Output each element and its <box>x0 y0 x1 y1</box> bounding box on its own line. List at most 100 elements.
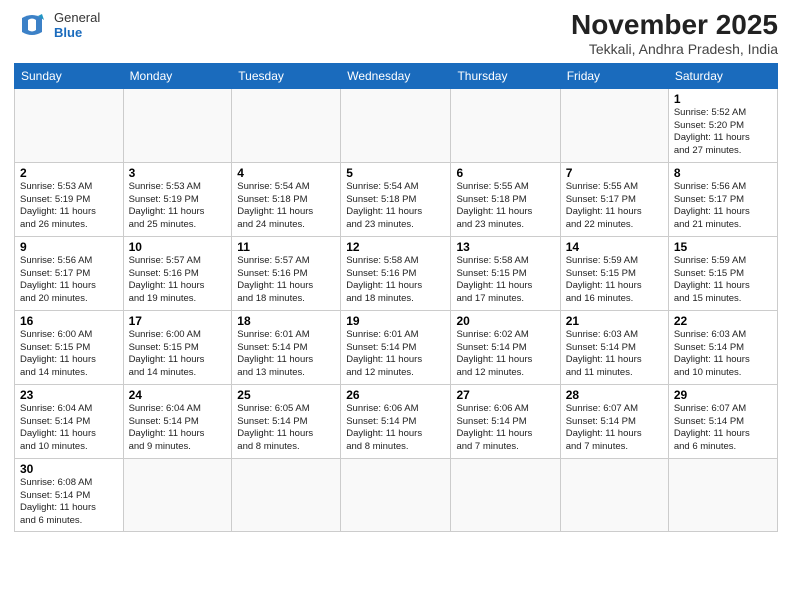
calendar-week-1: 2 Sunrise: 5:53 AM Sunset: 5:19 PM Daylig… <box>15 162 778 236</box>
cell-date: 14 <box>566 240 663 254</box>
calendar-cell: 29Sunrise: 6:07 AM Sunset: 5:14 PM Dayli… <box>668 384 777 458</box>
cell-date: 3 <box>129 166 227 180</box>
calendar-cell: 14Sunrise: 5:59 AM Sunset: 5:15 PM Dayli… <box>560 236 668 310</box>
cell-info: Sunrise: 6:00 AM Sunset: 5:15 PM Dayligh… <box>20 329 118 380</box>
day-header-thursday: Thursday <box>451 63 560 88</box>
cell-info: Sunrise: 5:58 AM Sunset: 5:15 PM Dayligh… <box>456 255 554 306</box>
cell-date: 24 <box>129 388 227 402</box>
calendar-cell <box>15 88 124 162</box>
calendar-cell: 22Sunrise: 6:03 AM Sunset: 5:14 PM Dayli… <box>668 310 777 384</box>
day-header-monday: Monday <box>123 63 232 88</box>
page: General Blue November 2025 Tekkali, Andh… <box>0 0 792 542</box>
calendar-cell <box>560 88 668 162</box>
cell-date: 11 <box>237 240 335 254</box>
cell-info: Sunrise: 6:04 AM Sunset: 5:14 PM Dayligh… <box>20 403 118 454</box>
cell-info: Sunrise: 6:06 AM Sunset: 5:14 PM Dayligh… <box>456 403 554 454</box>
calendar-cell: 11Sunrise: 5:57 AM Sunset: 5:16 PM Dayli… <box>232 236 341 310</box>
calendar-cell: 28Sunrise: 6:07 AM Sunset: 5:14 PM Dayli… <box>560 384 668 458</box>
calendar-cell <box>232 88 341 162</box>
cell-date: 6 <box>456 166 554 180</box>
day-header-tuesday: Tuesday <box>232 63 341 88</box>
day-header-friday: Friday <box>560 63 668 88</box>
cell-info: Sunrise: 5:54 AM Sunset: 5:18 PM Dayligh… <box>237 181 335 232</box>
cell-date: 16 <box>20 314 118 328</box>
calendar-cell: 13Sunrise: 5:58 AM Sunset: 5:15 PM Dayli… <box>451 236 560 310</box>
calendar-cell: 24Sunrise: 6:04 AM Sunset: 5:14 PM Dayli… <box>123 384 232 458</box>
calendar-cell: 9Sunrise: 5:56 AM Sunset: 5:17 PM Daylig… <box>15 236 124 310</box>
calendar-cell <box>123 88 232 162</box>
day-header-wednesday: Wednesday <box>341 63 451 88</box>
cell-info: Sunrise: 5:57 AM Sunset: 5:16 PM Dayligh… <box>129 255 227 306</box>
calendar-cell: 25Sunrise: 6:05 AM Sunset: 5:14 PM Dayli… <box>232 384 341 458</box>
cell-info: Sunrise: 6:01 AM Sunset: 5:14 PM Dayligh… <box>346 329 445 380</box>
calendar-cell: 5Sunrise: 5:54 AM Sunset: 5:18 PM Daylig… <box>341 162 451 236</box>
cell-date: 7 <box>566 166 663 180</box>
calendar-cell: 3Sunrise: 5:53 AM Sunset: 5:19 PM Daylig… <box>123 162 232 236</box>
calendar-cell <box>341 88 451 162</box>
cell-date: 5 <box>346 166 445 180</box>
cell-info: Sunrise: 5:59 AM Sunset: 5:15 PM Dayligh… <box>566 255 663 306</box>
calendar-cell: 2Sunrise: 5:53 AM Sunset: 5:19 PM Daylig… <box>15 162 124 236</box>
calendar-cell: 19Sunrise: 6:01 AM Sunset: 5:14 PM Dayli… <box>341 310 451 384</box>
calendar-week-3: 16Sunrise: 6:00 AM Sunset: 5:15 PM Dayli… <box>15 310 778 384</box>
logo: General Blue <box>14 10 100 40</box>
calendar-cell: 1Sunrise: 5:52 AM Sunset: 5:20 PM Daylig… <box>668 88 777 162</box>
cell-info: Sunrise: 5:54 AM Sunset: 5:18 PM Dayligh… <box>346 181 445 232</box>
calendar-cell <box>668 458 777 531</box>
cell-info: Sunrise: 6:03 AM Sunset: 5:14 PM Dayligh… <box>674 329 772 380</box>
cell-date: 8 <box>674 166 772 180</box>
calendar-cell: 20Sunrise: 6:02 AM Sunset: 5:14 PM Dayli… <box>451 310 560 384</box>
cell-info: Sunrise: 6:07 AM Sunset: 5:14 PM Dayligh… <box>566 403 663 454</box>
header: General Blue November 2025 Tekkali, Andh… <box>14 10 778 57</box>
calendar-cell: 7Sunrise: 5:55 AM Sunset: 5:17 PM Daylig… <box>560 162 668 236</box>
cell-date: 1 <box>674 92 772 106</box>
calendar-week-0: 1Sunrise: 5:52 AM Sunset: 5:20 PM Daylig… <box>15 88 778 162</box>
calendar-cell <box>123 458 232 531</box>
calendar-cell: 12Sunrise: 5:58 AM Sunset: 5:16 PM Dayli… <box>341 236 451 310</box>
cell-date: 21 <box>566 314 663 328</box>
cell-date: 29 <box>674 388 772 402</box>
cell-date: 10 <box>129 240 227 254</box>
calendar-cell: 26Sunrise: 6:06 AM Sunset: 5:14 PM Dayli… <box>341 384 451 458</box>
calendar-cell: 4Sunrise: 5:54 AM Sunset: 5:18 PM Daylig… <box>232 162 341 236</box>
logo-text: General Blue <box>54 10 100 40</box>
cell-info: Sunrise: 6:03 AM Sunset: 5:14 PM Dayligh… <box>566 329 663 380</box>
title-section: November 2025 Tekkali, Andhra Pradesh, I… <box>571 10 778 57</box>
calendar-cell: 30Sunrise: 6:08 AM Sunset: 5:14 PM Dayli… <box>15 458 124 531</box>
cell-info: Sunrise: 6:06 AM Sunset: 5:14 PM Dayligh… <box>346 403 445 454</box>
calendar-cell: 8Sunrise: 5:56 AM Sunset: 5:17 PM Daylig… <box>668 162 777 236</box>
cell-info: Sunrise: 5:58 AM Sunset: 5:16 PM Dayligh… <box>346 255 445 306</box>
cell-info: Sunrise: 5:59 AM Sunset: 5:15 PM Dayligh… <box>674 255 772 306</box>
calendar-header-row: SundayMondayTuesdayWednesdayThursdayFrid… <box>15 63 778 88</box>
cell-date: 26 <box>346 388 445 402</box>
cell-info: Sunrise: 6:02 AM Sunset: 5:14 PM Dayligh… <box>456 329 554 380</box>
cell-date: 13 <box>456 240 554 254</box>
cell-info: Sunrise: 5:57 AM Sunset: 5:16 PM Dayligh… <box>237 255 335 306</box>
calendar-cell <box>451 88 560 162</box>
calendar-cell <box>451 458 560 531</box>
calendar-week-4: 23Sunrise: 6:04 AM Sunset: 5:14 PM Dayli… <box>15 384 778 458</box>
cell-date: 15 <box>674 240 772 254</box>
cell-info: Sunrise: 6:08 AM Sunset: 5:14 PM Dayligh… <box>20 477 118 528</box>
logo-icon <box>14 10 50 40</box>
calendar-cell: 27Sunrise: 6:06 AM Sunset: 5:14 PM Dayli… <box>451 384 560 458</box>
cell-date: 30 <box>20 462 118 476</box>
day-header-saturday: Saturday <box>668 63 777 88</box>
cell-date: 9 <box>20 240 118 254</box>
calendar-cell: 17Sunrise: 6:00 AM Sunset: 5:15 PM Dayli… <box>123 310 232 384</box>
cell-info: Sunrise: 5:55 AM Sunset: 5:17 PM Dayligh… <box>566 181 663 232</box>
month-title: November 2025 <box>571 10 778 41</box>
cell-date: 2 <box>20 166 118 180</box>
cell-info: Sunrise: 6:01 AM Sunset: 5:14 PM Dayligh… <box>237 329 335 380</box>
cell-info: Sunrise: 5:56 AM Sunset: 5:17 PM Dayligh… <box>20 255 118 306</box>
cell-date: 27 <box>456 388 554 402</box>
cell-info: Sunrise: 6:05 AM Sunset: 5:14 PM Dayligh… <box>237 403 335 454</box>
calendar-cell: 6Sunrise: 5:55 AM Sunset: 5:18 PM Daylig… <box>451 162 560 236</box>
cell-info: Sunrise: 5:53 AM Sunset: 5:19 PM Dayligh… <box>129 181 227 232</box>
day-header-sunday: Sunday <box>15 63 124 88</box>
calendar-cell: 23Sunrise: 6:04 AM Sunset: 5:14 PM Dayli… <box>15 384 124 458</box>
cell-info: Sunrise: 6:04 AM Sunset: 5:14 PM Dayligh… <box>129 403 227 454</box>
cell-date: 23 <box>20 388 118 402</box>
cell-info: Sunrise: 5:56 AM Sunset: 5:17 PM Dayligh… <box>674 181 772 232</box>
calendar: SundayMondayTuesdayWednesdayThursdayFrid… <box>14 63 778 532</box>
